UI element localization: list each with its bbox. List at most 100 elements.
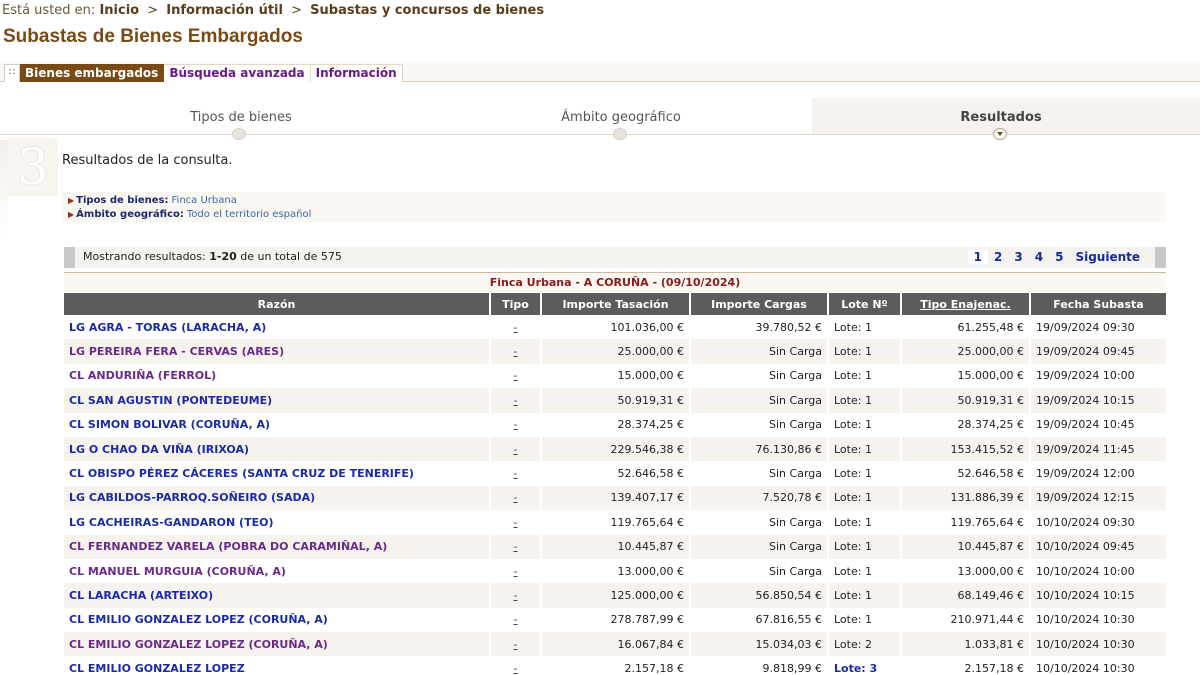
row-tipo-link[interactable]: -	[491, 534, 542, 559]
row-tipo-enajenac: 1.033,81 €	[902, 632, 1031, 657]
row-importe-cargas: Sin Carga	[691, 510, 829, 535]
tab-informacion[interactable]: Información	[310, 64, 403, 82]
row-importe-tasacion: 10.445,87 €	[542, 534, 691, 559]
row-razon-link[interactable]: CL OBISPO PÉREZ CÁCERES (SANTA CRUZ DE T…	[64, 461, 491, 486]
column-header-importe-cargas: Importe Cargas	[691, 293, 829, 315]
row-razon-link[interactable]: CL EMILIO GONZALEZ LOPEZ (CORUÑA, A)	[64, 607, 491, 633]
row-tipo-link[interactable]: -	[491, 583, 542, 608]
row-razon-link[interactable]: CL LARACHA (ARTEIXO)	[64, 583, 491, 608]
row-razon-link[interactable]: CL EMILIO GONZALEZ LOPEZ (CORUÑA, A)	[64, 632, 491, 657]
row-importe-cargas: 76.130,86 €	[691, 436, 829, 462]
row-razon-link[interactable]: CL SIMON BOLIVAR (CORUÑA, A)	[64, 412, 491, 437]
row-tipo-link[interactable]: -	[491, 436, 542, 462]
row-tipo-enajenac: 25.000,00 €	[902, 339, 1031, 364]
breadcrumb-separator: >	[147, 3, 159, 18]
row-importe-tasacion: 101.036,00 €	[542, 315, 691, 340]
breadcrumb-separator: >	[291, 3, 302, 18]
filter-value: Finca Urbana	[171, 195, 237, 206]
breadcrumb-link-subastas[interactable]: Subastas y concursos de bienes	[310, 3, 544, 18]
row-tipo-link[interactable]: -	[491, 315, 542, 340]
table-row[interactable]: CL ANDURIÑA (FERROL) -15.000,00 € Sin Carg…	[64, 363, 1166, 389]
page-link-1[interactable]: 1	[967, 250, 988, 264]
step-dot-icon	[232, 128, 246, 140]
step-ambito-geografico[interactable]: Ámbito geográfico	[491, 110, 751, 125]
row-lote: Lote: 1	[829, 363, 902, 389]
step-tipos-de-bienes[interactable]: Tipos de bienes	[111, 110, 371, 125]
table-row[interactable]: CL EMILIO GONZALEZ LOPEZ (CORUÑA, A) -16.…	[64, 632, 1166, 657]
left-decoration	[0, 140, 8, 240]
page-link-4[interactable]: 4	[1029, 250, 1049, 264]
row-importe-cargas: Sin Carga	[691, 534, 829, 559]
row-importe-cargas: Sin Carga	[691, 412, 829, 437]
breadcrumb-prefix: Está usted en:	[2, 3, 96, 18]
page-link-2[interactable]: 2	[988, 250, 1008, 264]
next-page-link[interactable]: Siguiente	[1069, 250, 1146, 264]
column-header-lote: Lote Nº	[829, 293, 902, 315]
row-lote: Lote: 1	[829, 412, 902, 437]
row-razon-link[interactable]: LG CABILDOS-PARROQ.SOÑEIRO (SADA)	[64, 485, 491, 511]
table-row[interactable]: LG CABILDOS-PARROQ.SOÑEIRO (SADA) -139.40…	[64, 485, 1166, 511]
table-row[interactable]: CL EMILIO GONZALEZ LOPEZ (CORUÑA, A) -278…	[64, 607, 1166, 633]
row-tipo-link[interactable]: -	[491, 363, 542, 389]
page-link-5[interactable]: 5	[1049, 250, 1069, 264]
page-link-3[interactable]: 3	[1008, 250, 1028, 264]
table-row[interactable]: LG CACHEIRAS-GANDARON (TEO) - 119.765,64 €…	[64, 510, 1166, 535]
breadcrumb-link-inicio[interactable]: Inicio	[99, 3, 139, 18]
row-fecha-subasta: 19/09/2024 10:45	[1031, 412, 1166, 437]
row-importe-tasacion: 15.000,00 €	[542, 363, 691, 389]
row-razon-link[interactable]: LG PEREIRA FERA - CERVAS (ARES)	[64, 339, 491, 364]
table-row[interactable]: CL OBISPO PÉREZ CÁCERES (SANTA CRUZ DE T…	[64, 461, 1166, 486]
row-tipo-link[interactable]: -	[491, 632, 542, 657]
tab-busqueda-avanzada[interactable]: Búsqueda avanzada	[164, 64, 311, 82]
row-importe-tasacion: 52.646,58 €	[542, 461, 691, 486]
steps-divider	[0, 134, 1200, 135]
table-row[interactable]: CL SAN AGUSTIN (PONTEDEUME) -50.919,31 € S…	[64, 388, 1166, 413]
filter-label: Tipos de bienes:	[76, 195, 169, 206]
table-row[interactable]: CL EMILIO GONZALEZ LOPEZ -2.157,18 €9.818…	[64, 656, 1166, 675]
row-razon-link[interactable]: CL MANUEL MURGUIA (CORUÑA, A)	[64, 558, 491, 584]
row-importe-cargas: Sin Carga	[691, 461, 829, 486]
row-tipo-link[interactable]: -	[491, 388, 542, 413]
row-importe-tasacion: 50.919,31 €	[542, 388, 691, 413]
row-razon-link[interactable]: CL FERNANDEZ VARELA (POBRA DO CARAMIÑAL,…	[64, 534, 491, 559]
table-row[interactable]: CL LARACHA (ARTEIXO) -125.000,00 €56.850,…	[64, 583, 1166, 608]
row-fecha-subasta: 19/09/2024 12:15	[1031, 485, 1166, 511]
row-tipo-link[interactable]: -	[491, 485, 542, 511]
row-fecha-subasta: 10/10/2024 09:30	[1031, 510, 1166, 535]
row-fecha-subasta: 10/10/2024 10:00	[1031, 558, 1166, 584]
row-importe-cargas: 9.818,99 €	[691, 656, 829, 675]
table-row[interactable]: CL MANUEL MURGUIA (CORUÑA, A) -13.000,00 …	[64, 558, 1166, 584]
row-importe-tasacion: 229.546,38 €	[542, 436, 691, 462]
column-header-tipo-enajenac[interactable]: Tipo Enajenac.	[902, 293, 1031, 315]
row-tipo-link[interactable]: -	[491, 510, 542, 535]
row-lote[interactable]: Lote: 3	[829, 656, 902, 675]
row-importe-tasacion: 16.067,84 €	[542, 632, 691, 657]
row-tipo-link[interactable]: -	[491, 339, 542, 364]
row-importe-tasacion: 28.374,25 €	[542, 412, 691, 437]
table-row[interactable]: LG O CHAO DA VIÑA (IRIXOA) -229.546,38 €7…	[64, 436, 1166, 462]
row-importe-cargas: Sin Carga	[691, 339, 829, 364]
row-razon-link[interactable]: CL ANDURIÑA (FERROL)	[64, 363, 491, 389]
row-tipo-link[interactable]: -	[491, 412, 542, 437]
row-tipo-link[interactable]: -	[491, 461, 542, 486]
search-filters: ▶ Tipos de bienes: Finca Urbana ▶ Ámbito ge…	[62, 192, 1166, 222]
row-razon-link[interactable]: CL EMILIO GONZALEZ LOPEZ	[64, 656, 491, 675]
row-lote: Lote: 1	[829, 583, 902, 608]
row-tipo-enajenac: 119.765,64 €	[902, 510, 1031, 535]
table-row[interactable]: CL SIMON BOLIVAR (CORUÑA, A) -28.374,25 €…	[64, 412, 1166, 437]
breadcrumb-link-informacion[interactable]: Información útil	[166, 3, 283, 18]
table-row[interactable]: CL FERNANDEZ VARELA (POBRA DO CARAMIÑAL,…	[64, 534, 1166, 559]
tab-bienes-embargados[interactable]: Bienes embargados	[20, 64, 165, 82]
table-row[interactable]: LG AGRA - TORAS (LARACHA, A) -101.036,00 …	[64, 315, 1166, 340]
row-tipo-link[interactable]: -	[491, 558, 542, 584]
pagination-bar: Mostrando resultados: 1-20 de un total d…	[64, 247, 1166, 268]
row-tipo-link[interactable]: -	[491, 607, 542, 633]
row-fecha-subasta: 19/09/2024 11:45	[1031, 436, 1166, 462]
row-razon-link[interactable]: LG CACHEIRAS-GANDARON (TEO)	[64, 510, 491, 535]
row-importe-cargas: 67.816,55 €	[691, 607, 829, 633]
row-razon-link[interactable]: LG AGRA - TORAS (LARACHA, A)	[64, 315, 491, 340]
row-razon-link[interactable]: CL SAN AGUSTIN (PONTEDEUME)	[64, 388, 491, 413]
table-row[interactable]: LG PEREIRA FERA - CERVAS (ARES) - 25.000,0…	[64, 339, 1166, 364]
row-razon-link[interactable]: LG O CHAO DA VIÑA (IRIXOA)	[64, 436, 491, 462]
row-tipo-link[interactable]: -	[491, 656, 542, 675]
